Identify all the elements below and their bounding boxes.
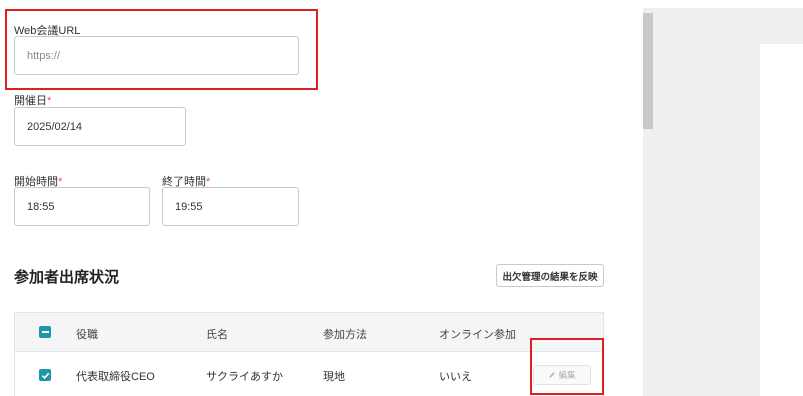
edit-highlight	[530, 338, 604, 395]
cell-online: いいえ	[439, 371, 472, 383]
select-all-checkbox[interactable]	[39, 326, 51, 338]
scrollbar-thumb[interactable]	[643, 13, 653, 129]
start-time-input[interactable]: 18:55	[14, 187, 150, 226]
cell-name: サクライあすか	[206, 371, 283, 383]
column-header-method: 参加方法	[323, 329, 367, 341]
table-row: 代表取締役CEO サクライあすか 現地 いいえ 編集	[14, 352, 604, 396]
column-header-online: オンライン参加	[439, 329, 516, 341]
web-url-input[interactable]: https://	[14, 36, 299, 75]
required-mark: *	[47, 95, 52, 107]
check-icon	[39, 369, 51, 381]
table-header: 役職 氏名 参加方法 オンライン参加	[14, 312, 604, 352]
column-header-role: 役職	[76, 329, 98, 341]
cell-role: 代表取締役CEO	[76, 371, 155, 383]
column-header-name: 氏名	[206, 329, 228, 341]
reflect-attendance-button[interactable]: 出欠管理の結果を反映	[496, 264, 604, 287]
attendance-title: 参加者出席状況	[14, 269, 120, 286]
minus-icon	[39, 326, 51, 338]
end-time-input[interactable]: 19:55	[162, 187, 299, 226]
cell-method: 現地	[323, 371, 345, 383]
row-checkbox[interactable]	[39, 369, 51, 381]
date-input[interactable]: 2025/02/14	[14, 107, 186, 146]
side-card	[760, 44, 803, 396]
date-label: 開催日*	[14, 95, 52, 107]
